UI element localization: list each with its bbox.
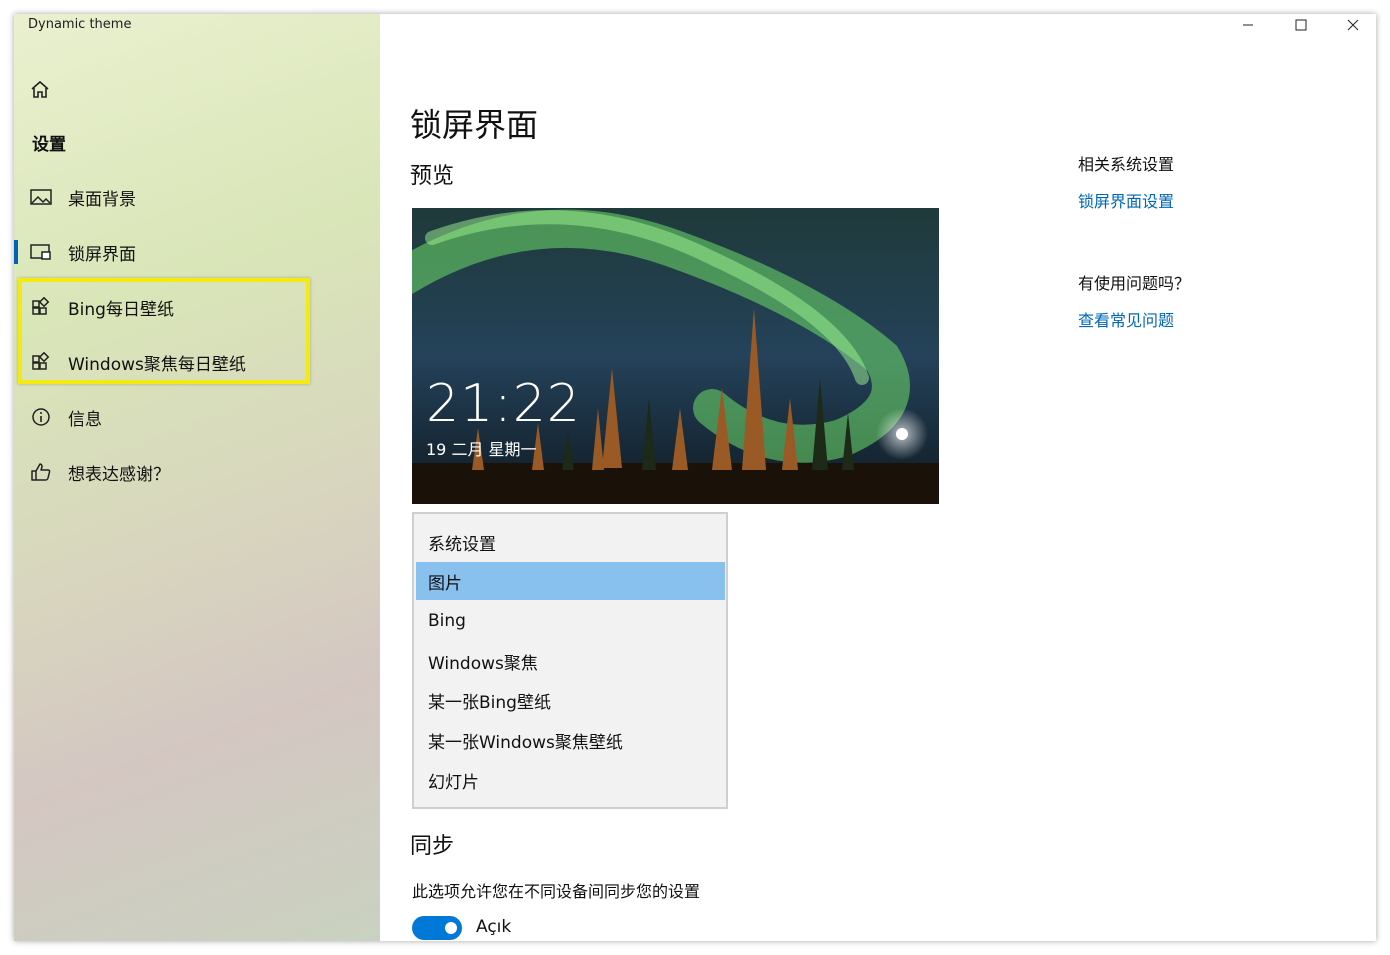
- thumbs-up-icon: [30, 461, 52, 483]
- tiles-icon: [30, 296, 52, 318]
- tiles-icon: [30, 351, 52, 373]
- sync-heading: 同步: [410, 834, 455, 859]
- close-icon: [1347, 19, 1359, 31]
- settings-heading: 设置: [32, 135, 66, 155]
- dropdown-option[interactable]: Windows聚焦: [416, 642, 725, 680]
- sync-toggle[interactable]: [412, 916, 462, 940]
- sidebar-item-desktop-background[interactable]: 桌面背景: [14, 175, 380, 219]
- close-button[interactable]: [1329, 14, 1376, 36]
- maximize-button[interactable]: [1277, 14, 1325, 36]
- lock-screen-preview: 21:22 19 二月 星期一: [412, 208, 939, 504]
- dropdown-option[interactable]: 系统设置: [416, 523, 725, 561]
- sidebar-item-label: 桌面背景: [68, 189, 136, 210]
- app-title: Dynamic theme: [28, 17, 132, 32]
- lock-screen-settings-link[interactable]: 锁屏界面设置: [1078, 188, 1174, 212]
- sync-toggle-label: Açık: [476, 917, 512, 937]
- dropdown-option-selected[interactable]: 图片: [416, 562, 725, 600]
- dropdown-option[interactable]: 某一张Bing壁纸: [416, 681, 725, 719]
- active-indicator: [14, 240, 18, 264]
- minimize-icon: [1243, 24, 1253, 26]
- background-dropdown-list[interactable]: 系统设置 图片 Bing Windows聚焦 某一张Bing壁纸 某一张Wind…: [412, 512, 728, 809]
- sidebar-item-thanks[interactable]: 想表达感谢？: [14, 450, 380, 494]
- info-icon: [30, 406, 52, 428]
- preview-clock: 21:22: [426, 374, 581, 434]
- sidebar-item-windows-spotlight-wallpaper[interactable]: Windows聚焦每日壁纸: [14, 340, 380, 384]
- maximize-icon: [1295, 19, 1307, 31]
- dropdown-option[interactable]: Bing: [416, 602, 725, 640]
- sidebar-item-label: Windows聚焦每日壁纸: [68, 354, 246, 375]
- sidebar-item-label: 锁屏界面: [68, 244, 136, 265]
- dropdown-option[interactable]: 某一张Windows聚焦壁纸: [416, 721, 725, 759]
- sidebar: Dynamic theme 设置 桌面背景 锁屏界面 Bing每日壁纸 Wind…: [14, 14, 380, 941]
- preview-date: 19 二月 星期一: [426, 440, 537, 459]
- preview-heading: 预览: [410, 164, 455, 189]
- app-window: Dynamic theme 设置 桌面背景 锁屏界面 Bing每日壁纸 Wind…: [14, 14, 1376, 941]
- minimize-button[interactable]: [1224, 14, 1272, 36]
- sync-description: 此选项允许您在不同设备间同步您的设置: [412, 882, 701, 901]
- home-icon[interactable]: [28, 78, 52, 102]
- dropdown-option[interactable]: 幻灯片: [416, 761, 725, 799]
- sidebar-item-info[interactable]: 信息: [14, 395, 380, 439]
- faq-link[interactable]: 查看常见问题: [1078, 307, 1174, 331]
- related-settings-heading: 相关系统设置: [1078, 155, 1175, 174]
- sidebar-item-label: 信息: [68, 409, 102, 430]
- sidebar-item-bing-daily-wallpaper[interactable]: Bing每日壁纸: [14, 285, 380, 329]
- picture-icon: [30, 186, 52, 208]
- sidebar-item-label: 想表达感谢？: [68, 464, 170, 485]
- toggle-knob: [445, 922, 457, 934]
- help-heading: 有使用问题吗？: [1078, 274, 1191, 293]
- sidebar-item-label: Bing每日壁纸: [68, 299, 174, 320]
- lock-screen-icon: [30, 241, 52, 263]
- sidebar-item-lock-screen[interactable]: 锁屏界面: [14, 230, 380, 274]
- page-title: 锁屏界面: [410, 106, 539, 144]
